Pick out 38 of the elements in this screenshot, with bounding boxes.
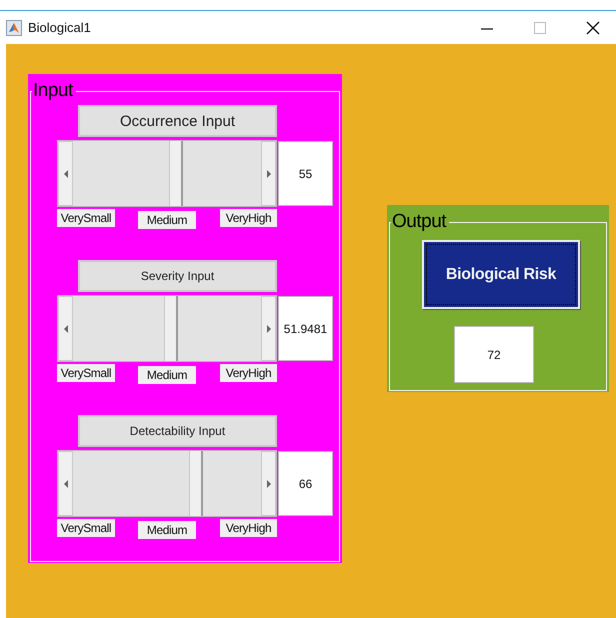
scale-label: Medium [138, 211, 196, 229]
scale-label: VeryHigh [220, 209, 277, 227]
scroll-left-button[interactable] [58, 141, 73, 206]
input-title-button[interactable]: Detectability Input [78, 415, 277, 447]
app-icon [6, 20, 22, 36]
caret-left-icon [64, 324, 68, 332]
close-icon[interactable] [586, 20, 600, 34]
scale-label: Medium [138, 366, 196, 384]
scale-label: VerySmall [57, 209, 115, 227]
maximize-icon[interactable] [534, 20, 546, 34]
caret-right-icon [266, 170, 270, 178]
scale-label: VerySmall [57, 364, 115, 382]
slider-thumb[interactable] [188, 451, 202, 516]
window-title: Biological1 [28, 20, 91, 35]
input-title-button[interactable]: Occurrence Input [78, 105, 277, 137]
value-field[interactable]: 66 [278, 451, 333, 516]
scroll-right-button[interactable] [261, 141, 276, 206]
input-title-button[interactable]: Severity Input [78, 260, 277, 292]
scale-label: VeryHigh [220, 364, 277, 382]
scale-label: VeryHigh [220, 519, 277, 537]
slider-thumb[interactable] [169, 141, 184, 206]
scroll-right-button[interactable] [261, 451, 276, 516]
output-value-field: 72 [454, 326, 534, 383]
biological-risk-button[interactable]: Biological Risk [422, 240, 580, 309]
slider-thumb[interactable] [164, 296, 178, 361]
caret-right-icon [266, 480, 270, 488]
value-field[interactable]: 55 [278, 141, 333, 206]
scroll-right-button[interactable] [261, 296, 276, 361]
caret-left-icon [64, 480, 68, 488]
scroll-left-button[interactable] [58, 451, 73, 516]
caret-left-icon [64, 170, 68, 178]
value-field[interactable]: 51.9481 [278, 296, 333, 361]
caret-right-icon [266, 324, 270, 332]
scale-label: VerySmall [57, 519, 115, 537]
panel-title: Input [32, 81, 74, 101]
panel-title: Output [391, 212, 448, 232]
scale-label: Medium [138, 521, 196, 539]
scroll-left-button[interactable] [58, 296, 73, 361]
